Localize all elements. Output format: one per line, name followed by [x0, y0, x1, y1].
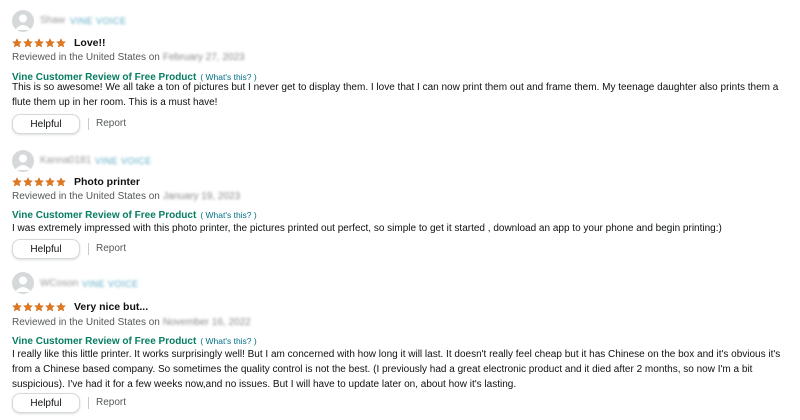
avatar[interactable]	[12, 272, 34, 294]
divider	[88, 397, 89, 409]
report-link[interactable]: Report	[96, 397, 126, 408]
vine-review-label: Vine Customer Review of Free Product	[12, 336, 197, 347]
star-icon	[12, 302, 22, 312]
star-icon	[56, 302, 66, 312]
review-title[interactable]: Very nice but...	[74, 301, 148, 313]
review-date-line: Reviewed in the United States on November…	[12, 317, 251, 328]
helpful-button[interactable]: Helpful	[12, 393, 80, 413]
vine-voice-badge: VINE VOICE	[82, 279, 139, 289]
star-rating[interactable]	[12, 302, 66, 312]
review-date: November 16, 2022	[162, 317, 251, 328]
star-icon	[45, 302, 55, 312]
star-icon	[23, 302, 33, 312]
whats-this-link[interactable]: ( What's this? )	[200, 336, 256, 346]
review-card: WCoson VINE VOICE Very nice but... Revie…	[0, 0, 800, 420]
review-body: I really like this little printer. It wo…	[12, 349, 781, 390]
profile-name[interactable]: WCoson	[40, 278, 78, 289]
reviewed-prefix: Reviewed in the United States on	[12, 317, 160, 328]
star-icon	[34, 302, 44, 312]
